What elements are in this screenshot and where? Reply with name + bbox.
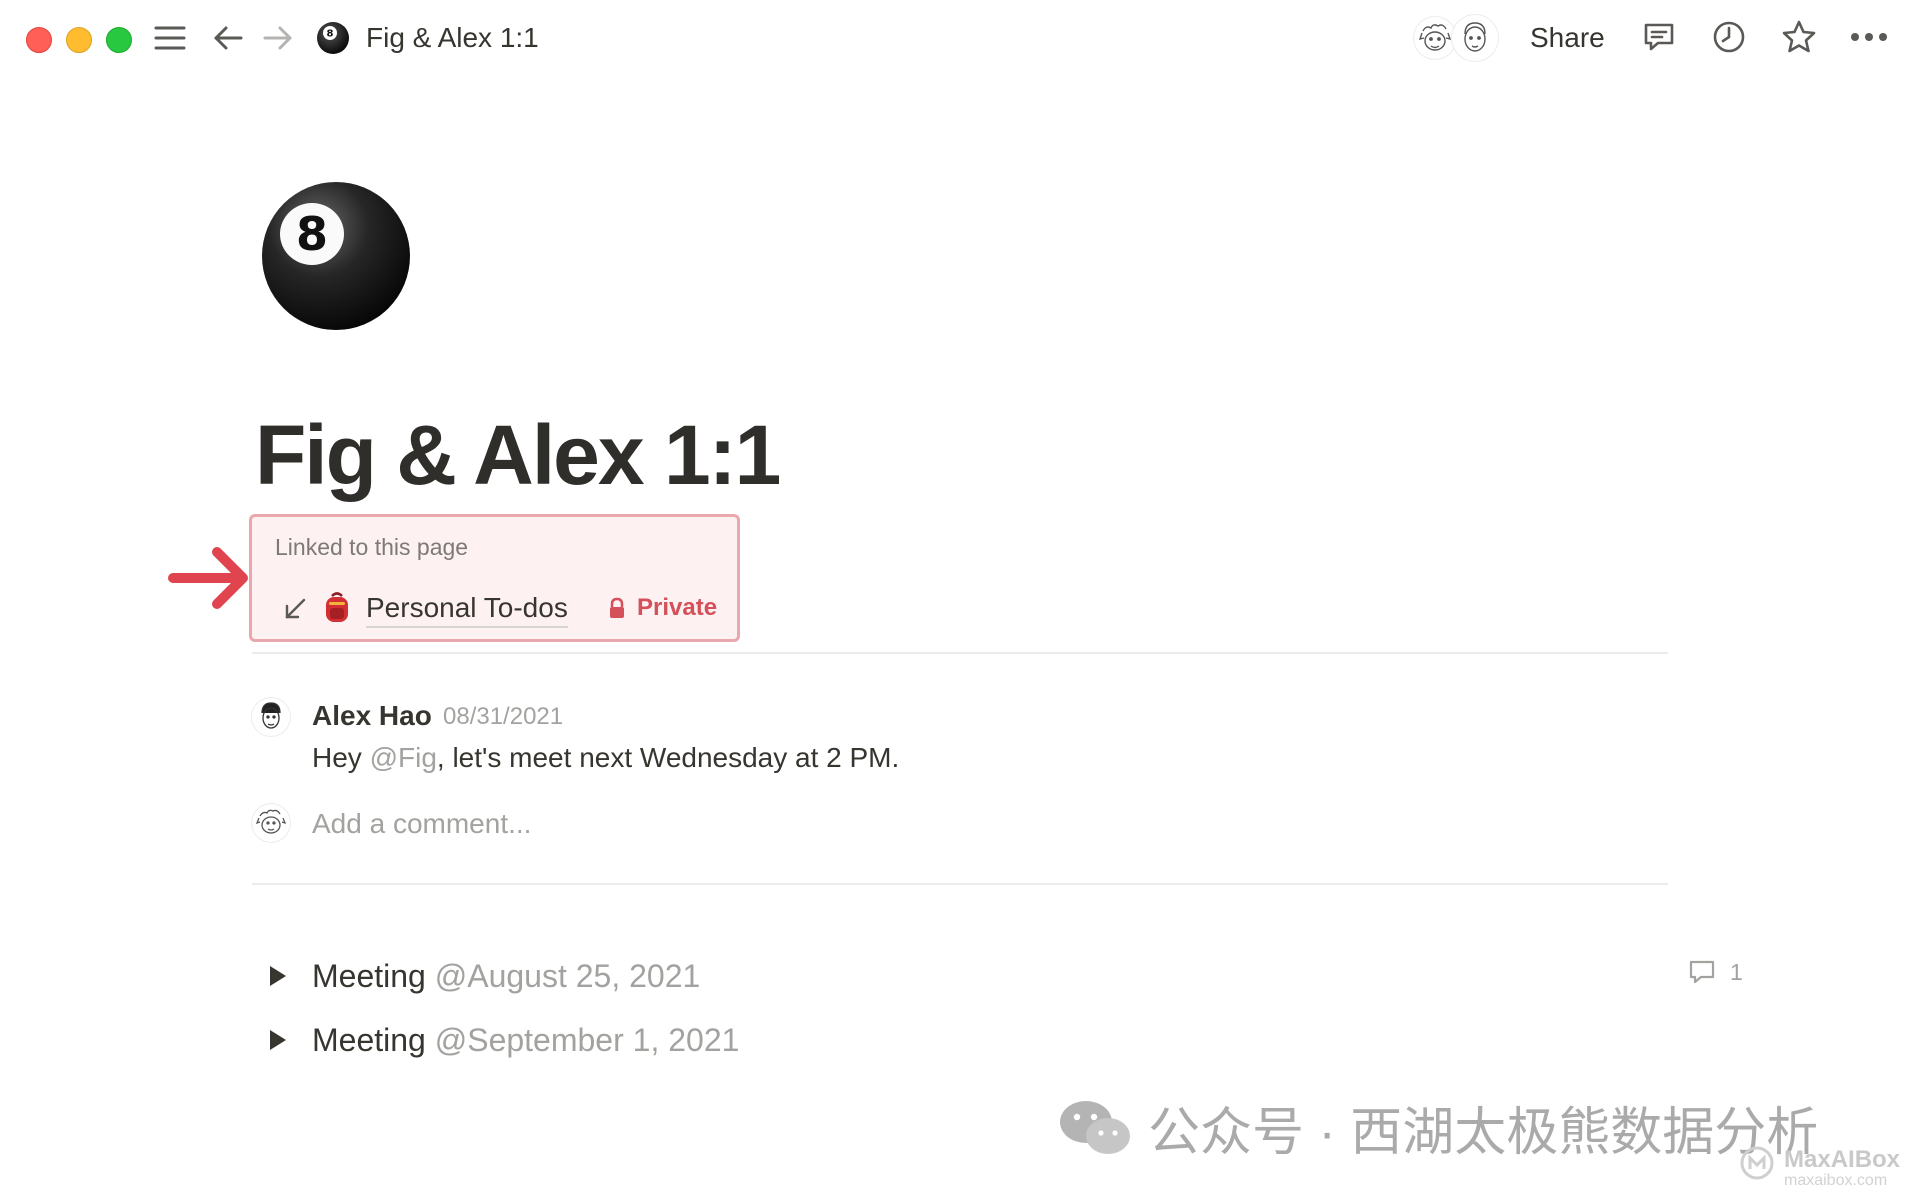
toggle-date-mention[interactable]: @September 1, 2021 (435, 1022, 740, 1058)
comment-bubble-icon (1689, 960, 1715, 984)
share-button[interactable]: Share (1530, 20, 1605, 56)
add-comment-input[interactable] (312, 806, 912, 842)
comment-author-avatar (252, 698, 290, 736)
divider (252, 883, 1668, 885)
backpack-icon (320, 590, 354, 624)
toggle-triangle-icon[interactable] (270, 966, 286, 986)
comment-text: Hey @Fig, let's meet next Wednesday at 2… (312, 740, 899, 776)
toggle-label: Meeting (312, 958, 426, 994)
private-badge: Private (637, 594, 718, 621)
toggle-date-mention[interactable]: @August 25, 2021 (435, 958, 701, 994)
backlinks-label: Linked to this page (275, 534, 469, 560)
svg-text:8: 8 (327, 29, 334, 40)
watermark-text: 公众号 · 西湖太极熊数据分析 (1148, 1104, 1819, 1162)
page-8-ball-icon[interactable]: 8 (260, 180, 412, 332)
toggle-triangle-icon[interactable] (270, 1030, 286, 1050)
red-arrow-icon (165, 540, 257, 621)
backlink-personal-todos[interactable]: Personal To-dos (366, 590, 568, 628)
forward-arrow-icon[interactable] (260, 20, 296, 56)
toggle-meeting-sep-1[interactable]: Meeting @September 1, 2021 (312, 1020, 739, 1060)
divider (252, 652, 1668, 654)
mention-fig[interactable]: @Fig (370, 742, 437, 773)
more-options-icon[interactable] (1848, 22, 1890, 52)
maxaibox-logo-icon (1740, 1146, 1774, 1180)
watermark: 公众号 · 西湖太极熊数据分析 (1058, 1090, 1818, 1165)
favorite-star-icon[interactable] (1780, 18, 1818, 56)
comment-author: Alex Hao (312, 700, 432, 731)
backlink-arrow-icon (282, 596, 308, 627)
minimize-window-button[interactable] (66, 27, 92, 53)
watermark-logo-sub: maxaibox.com (1784, 1172, 1888, 1189)
watermark-logo-text: MaxAIBox (1784, 1146, 1901, 1173)
zoom-window-button[interactable] (106, 27, 132, 53)
comment-text-after: , let's meet next Wednesday at 2 PM. (436, 742, 900, 773)
toggle-meeting-aug-25[interactable]: Meeting @August 25, 2021 (312, 956, 700, 996)
history-clock-icon[interactable] (1710, 18, 1748, 56)
sidebar-menu-icon[interactable] (150, 20, 190, 56)
current-user-avatar (252, 804, 290, 842)
comment-count-badge[interactable]: 1 (1688, 958, 1743, 986)
collaborator-avatar-alex[interactable] (1452, 15, 1498, 61)
close-window-button[interactable] (26, 27, 52, 53)
collaborator-avatar-fig[interactable] (1414, 17, 1456, 59)
toggle-label: Meeting (312, 1022, 426, 1058)
comment-date: 08/31/2021 (443, 703, 564, 730)
comments-icon[interactable] (1640, 18, 1678, 56)
svg-text:8: 8 (296, 207, 328, 261)
lock-icon (608, 597, 626, 624)
breadcrumb-page-title[interactable]: Fig & Alex 1:1 (366, 20, 539, 56)
wechat-icon (1060, 1100, 1130, 1154)
comment-count: 1 (1730, 958, 1743, 985)
page-title[interactable]: Fig & Alex 1:1 (255, 405, 781, 505)
8-ball-icon: 8 (316, 21, 350, 55)
comment-text-before: Hey (312, 742, 370, 773)
back-arrow-icon[interactable] (210, 20, 246, 56)
